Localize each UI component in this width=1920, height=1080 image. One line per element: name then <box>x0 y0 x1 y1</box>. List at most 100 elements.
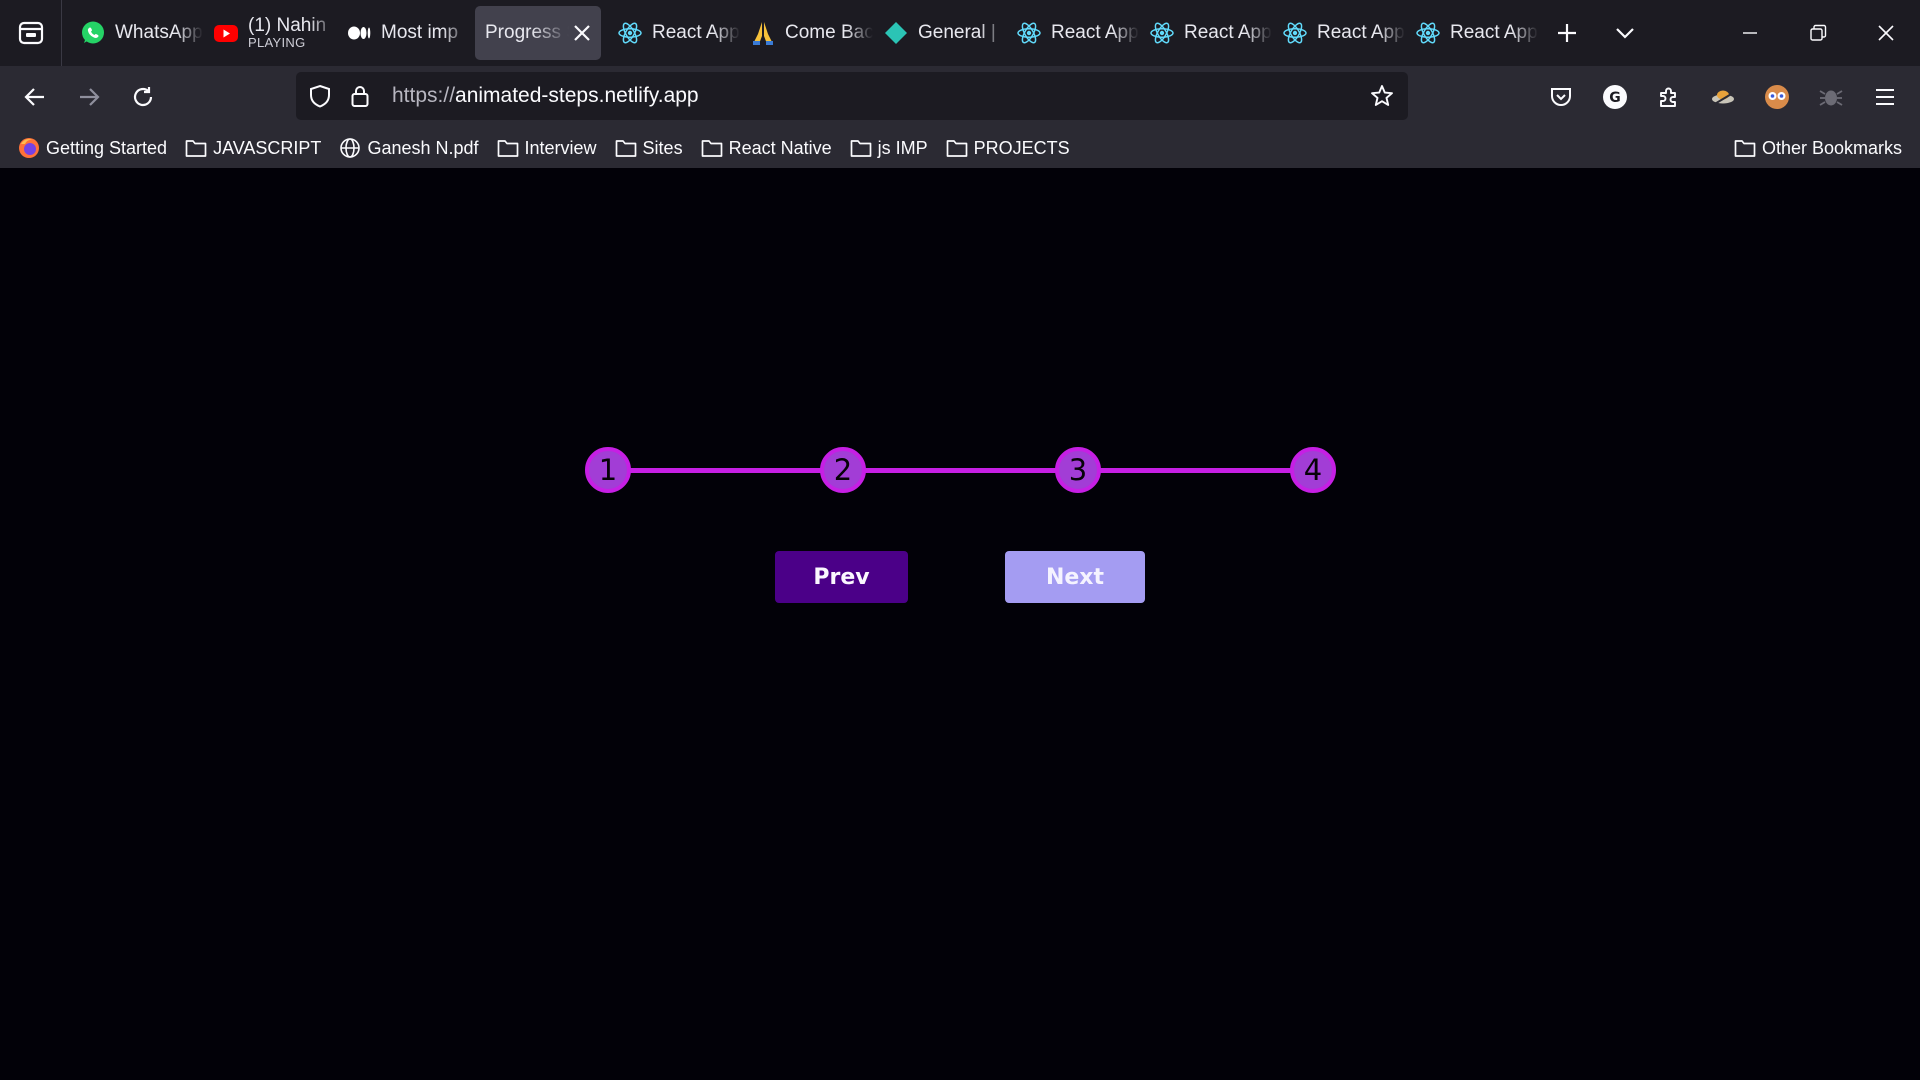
tab-come-back[interactable]: Come Back <box>740 6 873 60</box>
bookmark-star-icon[interactable] <box>1362 72 1402 120</box>
bookmark-ganesh-pdf[interactable]: Ganesh N.pdf <box>339 137 479 159</box>
tab-title: React App <box>1450 22 1538 43</box>
tab-title: General | <box>918 22 996 43</box>
tab-react-app[interactable]: React App <box>607 6 740 60</box>
tab-title: (1) Nahin <box>248 16 327 37</box>
step-circle-3: 3 <box>1055 447 1101 493</box>
diamond-icon <box>883 20 909 46</box>
url-bar[interactable]: https://animated-steps.netlify.app <box>296 72 1408 120</box>
ufo-icon <box>1712 90 1734 106</box>
chevron-down-icon <box>1616 28 1634 39</box>
back-button[interactable] <box>8 70 62 124</box>
bookmark-label: Ganesh N.pdf <box>367 137 479 158</box>
tab-title: WhatsApp <box>115 22 203 43</box>
page-content: 1 2 3 4 Prev Next <box>0 168 1920 1080</box>
prev-button[interactable]: Prev <box>775 551 908 603</box>
bookmark-label: Getting Started <box>46 137 168 158</box>
close-tab-icon[interactable] <box>569 20 595 46</box>
bookmark-label: PROJECTS <box>973 137 1070 158</box>
tab-react-app[interactable]: React App <box>1405 6 1538 60</box>
url-protocol: https:// <box>392 84 456 107</box>
tab-react-app[interactable]: React App <box>1006 6 1139 60</box>
forward-arrow-icon <box>80 88 100 106</box>
tab-whatsapp[interactable]: WhatsApp <box>70 6 203 60</box>
react-icon <box>1149 20 1175 46</box>
bookmark-label: Interview <box>524 137 597 158</box>
tab-medium[interactable]: Most imp <box>336 6 469 60</box>
restore-icon <box>1810 24 1827 41</box>
back-arrow-icon <box>24 88 44 106</box>
folder-icon <box>1734 137 1756 159</box>
toolbar-extensions: G <box>1534 70 1912 124</box>
tab-playing-label: PLAYING <box>248 35 306 50</box>
bug-icon <box>1819 90 1843 106</box>
tab-general[interactable]: General | <box>873 6 1006 60</box>
folder-icon <box>185 137 207 159</box>
close-window-button[interactable] <box>1852 0 1920 66</box>
navigation-toolbar: https://animated-steps.netlify.app G <box>0 66 1920 128</box>
extension-ufo-button[interactable] <box>1696 70 1750 124</box>
svg-text:G: G <box>1609 90 1621 106</box>
minimize-button[interactable] <box>1716 0 1784 66</box>
tab-list: WhatsApp (1) Nahin PLAYING Most imp Prog… <box>62 0 1654 66</box>
folder-icon <box>701 137 723 159</box>
react-icon <box>617 20 643 46</box>
tab-strip: WhatsApp (1) Nahin PLAYING Most imp Prog… <box>0 0 1920 66</box>
extensions-button[interactable] <box>1642 70 1696 124</box>
bookmark-folder-js-imp[interactable]: js IMP <box>850 137 928 159</box>
tab-react-app[interactable]: React App <box>1272 6 1405 60</box>
react-icon <box>1282 20 1308 46</box>
bookmark-folder-sites[interactable]: Sites <box>615 137 683 159</box>
bookmark-label: Sites <box>642 137 683 158</box>
list-all-tabs-button[interactable] <box>1596 6 1654 60</box>
folder-icon <box>946 137 968 159</box>
tab-react-app[interactable]: React App <box>1139 6 1272 60</box>
tab-title: React App <box>652 22 740 43</box>
bookmark-folder-react-native[interactable]: React Native <box>701 137 832 159</box>
step-circle-2: 2 <box>820 447 866 493</box>
bookmark-label: js IMP <box>877 137 928 158</box>
tracking-protection-shield-icon[interactable] <box>300 72 340 120</box>
folder-icon <box>497 137 519 159</box>
bookmark-folder-interview[interactable]: Interview <box>497 137 597 159</box>
next-button[interactable]: Next <box>1005 551 1145 603</box>
folded-hands-icon <box>750 20 776 46</box>
puzzle-icon <box>1660 87 1676 107</box>
tab-title: React App <box>1051 22 1139 43</box>
tab-title: Come Back <box>785 22 873 43</box>
pocket-button[interactable] <box>1534 70 1588 124</box>
react-icon <box>1016 20 1042 46</box>
progress-track <box>607 468 1312 473</box>
url-host: animated-steps.netlify.app <box>455 84 699 107</box>
youtube-icon <box>213 20 239 46</box>
url-text[interactable]: https://animated-steps.netlify.app <box>392 84 1362 108</box>
forward-button[interactable] <box>62 70 116 124</box>
tab-title: Progress S <box>485 22 569 43</box>
tab-title: React App <box>1184 22 1272 43</box>
bookmark-label: JAVASCRIPT <box>213 137 322 158</box>
bookmark-folder-javascript[interactable]: JAVASCRIPT <box>185 137 321 159</box>
whatsapp-icon <box>80 20 106 46</box>
reload-button[interactable] <box>116 70 170 124</box>
grammarly-button[interactable]: G <box>1588 70 1642 124</box>
progress-stepper: 1 2 3 4 <box>585 446 1336 494</box>
app-menu-button[interactable] <box>1858 70 1912 124</box>
firefox-view-button[interactable] <box>0 0 62 66</box>
lock-icon[interactable] <box>340 72 380 120</box>
globe-icon <box>339 137 361 159</box>
extension-eyes-button[interactable] <box>1750 70 1804 124</box>
react-icon <box>1415 20 1441 46</box>
extension-bug-button[interactable] <box>1804 70 1858 124</box>
reload-icon <box>133 87 153 107</box>
other-bookmarks[interactable]: Other Bookmarks <box>1734 128 1902 168</box>
restore-button[interactable] <box>1784 0 1852 66</box>
new-tab-button[interactable] <box>1538 6 1596 60</box>
grammarly-icon: G <box>1603 85 1627 109</box>
step-circle-4: 4 <box>1290 447 1336 493</box>
bookmark-folder-projects[interactable]: PROJECTS <box>946 137 1070 159</box>
window-controls <box>1716 0 1920 66</box>
step-circle-1: 1 <box>585 447 631 493</box>
tab-youtube[interactable]: (1) Nahin PLAYING <box>203 6 336 60</box>
bookmark-getting-started[interactable]: Getting Started <box>18 137 167 159</box>
tab-progress-steps[interactable]: Progress S <box>475 6 601 60</box>
